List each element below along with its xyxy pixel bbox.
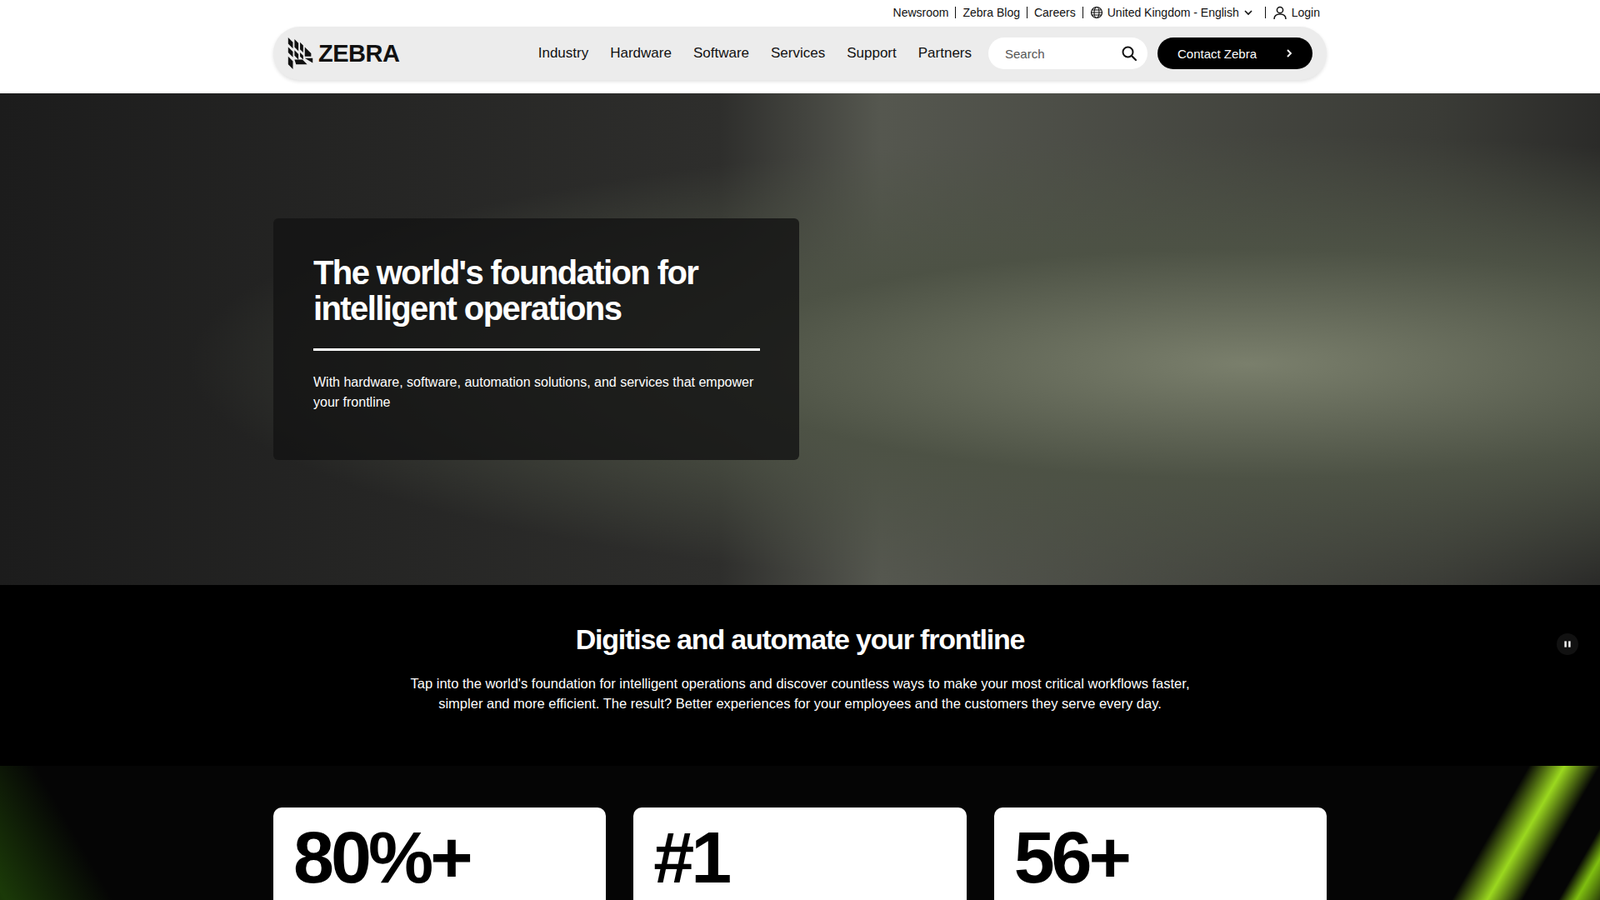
chevron-down-icon — [1243, 7, 1254, 18]
hero-title: The world's foundation for intelligent o… — [313, 255, 761, 327]
header: Newsroom Zebra Blog Careers United Kingd… — [0, 0, 1600, 94]
contact-button[interactable]: Contact Zebra — [1157, 37, 1313, 70]
zebra-head-icon — [285, 35, 317, 71]
utility-bar: Newsroom Zebra Blog Careers United Kingd… — [273, 0, 1327, 25]
nav-menu: Industry Hardware Software Services Support P… — [538, 45, 972, 62]
stat-card: 56+ — [994, 807, 1327, 900]
nav-item[interactable]: Industry — [538, 45, 589, 62]
nav-item[interactable]: Software — [693, 45, 750, 62]
separator — [1265, 6, 1266, 19]
utility-link[interactable]: Careers — [1034, 5, 1076, 20]
chevron-right-icon — [1284, 48, 1295, 59]
utility-link[interactable]: Zebra Blog — [962, 5, 1020, 20]
nav-item[interactable]: Support — [846, 45, 897, 62]
pause-button[interactable] — [1556, 633, 1579, 655]
search-field[interactable] — [988, 37, 1148, 70]
nav-item[interactable]: Services — [770, 45, 825, 62]
hero-card: The world's foundation for intelligent o… — [273, 218, 800, 460]
stat-card: #1 — [633, 807, 966, 900]
search-input[interactable] — [1003, 45, 1121, 62]
login-link[interactable]: Login — [1272, 5, 1320, 20]
intro-title: Digitise and automate your frontline — [0, 623, 1600, 656]
stats-section: 80%+ #1 56+ — [0, 765, 1600, 900]
pause-icon — [1562, 639, 1573, 650]
intro-section: Digitise and automate your frontline Tap… — [0, 585, 1600, 766]
intro-text: Tap into the world's foundation for inte… — [408, 674, 1192, 715]
page: Newsroom Zebra Blog Careers United Kingd… — [0, 0, 1600, 900]
stat-value: #1 — [653, 820, 946, 895]
utility-link[interactable]: Newsroom — [893, 5, 950, 20]
stat-value: 80%+ — [293, 820, 586, 895]
user-icon — [1272, 5, 1288, 20]
main-nav: ZEBRA Industry Hardware Software Services Su… — [273, 26, 1327, 80]
search-icon[interactable] — [1120, 45, 1138, 62]
hero-video: The world's foundation for intelligent o… — [0, 93, 1600, 585]
separator — [1026, 6, 1028, 19]
separator — [955, 6, 956, 19]
nav-item[interactable]: Hardware — [610, 45, 672, 62]
globe-icon — [1090, 5, 1104, 20]
stat-card: 80%+ — [273, 807, 606, 900]
hero-subtitle: With hardware, software, automation solu… — [313, 372, 761, 413]
separator — [1082, 6, 1084, 19]
divider — [313, 348, 760, 351]
stat-value: 56+ — [1014, 820, 1307, 895]
region-selector[interactable]: United Kingdom - English — [1090, 5, 1254, 20]
logo[interactable]: ZEBRA — [285, 35, 400, 71]
nav-item[interactable]: Partners — [918, 45, 972, 62]
